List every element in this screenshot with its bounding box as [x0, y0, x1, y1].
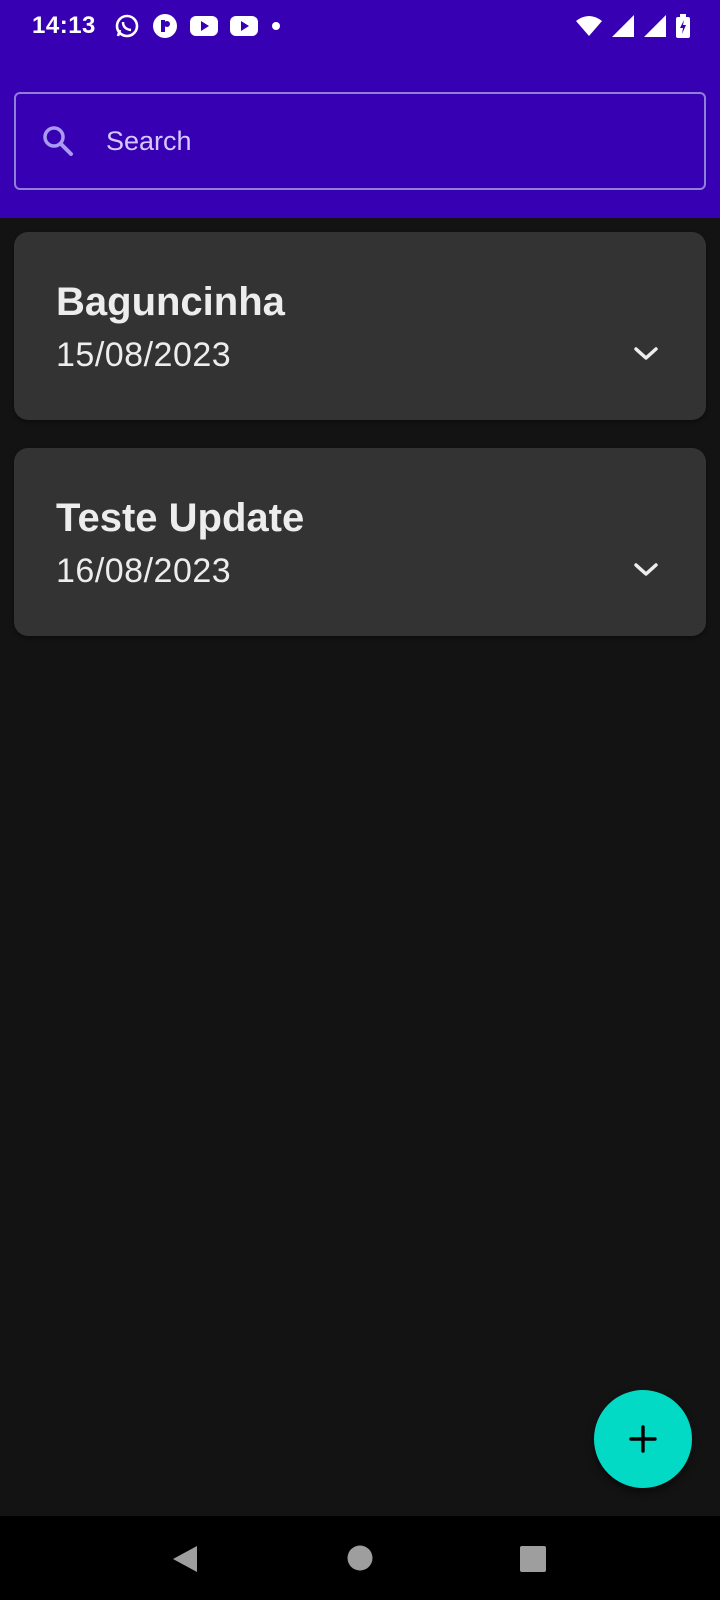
search-icon [40, 123, 76, 159]
plus-icon [628, 1424, 658, 1454]
note-card[interactable]: Teste Update 16/08/2023 [14, 448, 706, 636]
system-icons [576, 14, 690, 38]
search-bar[interactable] [14, 92, 706, 190]
status-time: 14:13 [32, 12, 96, 39]
note-date: 16/08/2023 [56, 552, 232, 590]
signal-icon [644, 15, 666, 37]
search-input[interactable] [106, 111, 704, 171]
note-title: Teste Update [56, 496, 305, 540]
add-note-button[interactable] [594, 1390, 692, 1488]
note-card[interactable]: Baguncinha 15/08/2023 [14, 232, 706, 420]
recents-icon[interactable] [520, 1546, 546, 1572]
chevron-down-icon[interactable] [632, 344, 660, 364]
signal-icon [612, 15, 634, 37]
note-date: 15/08/2023 [56, 336, 232, 374]
chevron-down-icon[interactable] [632, 560, 660, 580]
home-icon[interactable] [347, 1545, 373, 1571]
youtube-icon [229, 15, 258, 37]
app-icon [152, 13, 178, 39]
wifi-icon [576, 15, 602, 37]
app-bar: 14:13 [0, 0, 720, 218]
navigation-bar [0, 1516, 720, 1600]
dot-icon [270, 20, 282, 32]
back-icon[interactable] [171, 1544, 199, 1574]
whatsapp-icon [114, 13, 140, 39]
note-title: Baguncinha [56, 280, 285, 324]
status-bar: 14:13 [0, 0, 720, 52]
youtube-icon [189, 15, 218, 37]
battery-icon [676, 14, 690, 38]
notification-icons [114, 13, 282, 39]
